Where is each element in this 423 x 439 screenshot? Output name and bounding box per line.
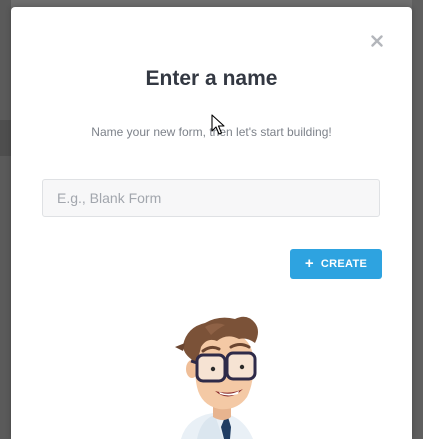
form-name-input[interactable] — [42, 179, 380, 217]
backdrop-panel-right — [412, 0, 423, 439]
new-form-dialog: Enter a name Name your new form, then le… — [11, 7, 412, 439]
backdrop-panel-band — [0, 120, 11, 156]
close-button[interactable] — [369, 33, 385, 49]
plus-icon: + — [304, 254, 314, 272]
mascot-illustration — [175, 316, 258, 439]
backdrop-panel-left — [0, 0, 11, 439]
create-button-label: CREATE — [320, 258, 368, 270]
create-button[interactable]: + CREATE — [290, 249, 382, 279]
close-icon — [371, 35, 383, 47]
dialog-subtitle: Name your new form, then let's start bui… — [91, 125, 332, 139]
dialog-title: Enter a name — [145, 67, 278, 90]
